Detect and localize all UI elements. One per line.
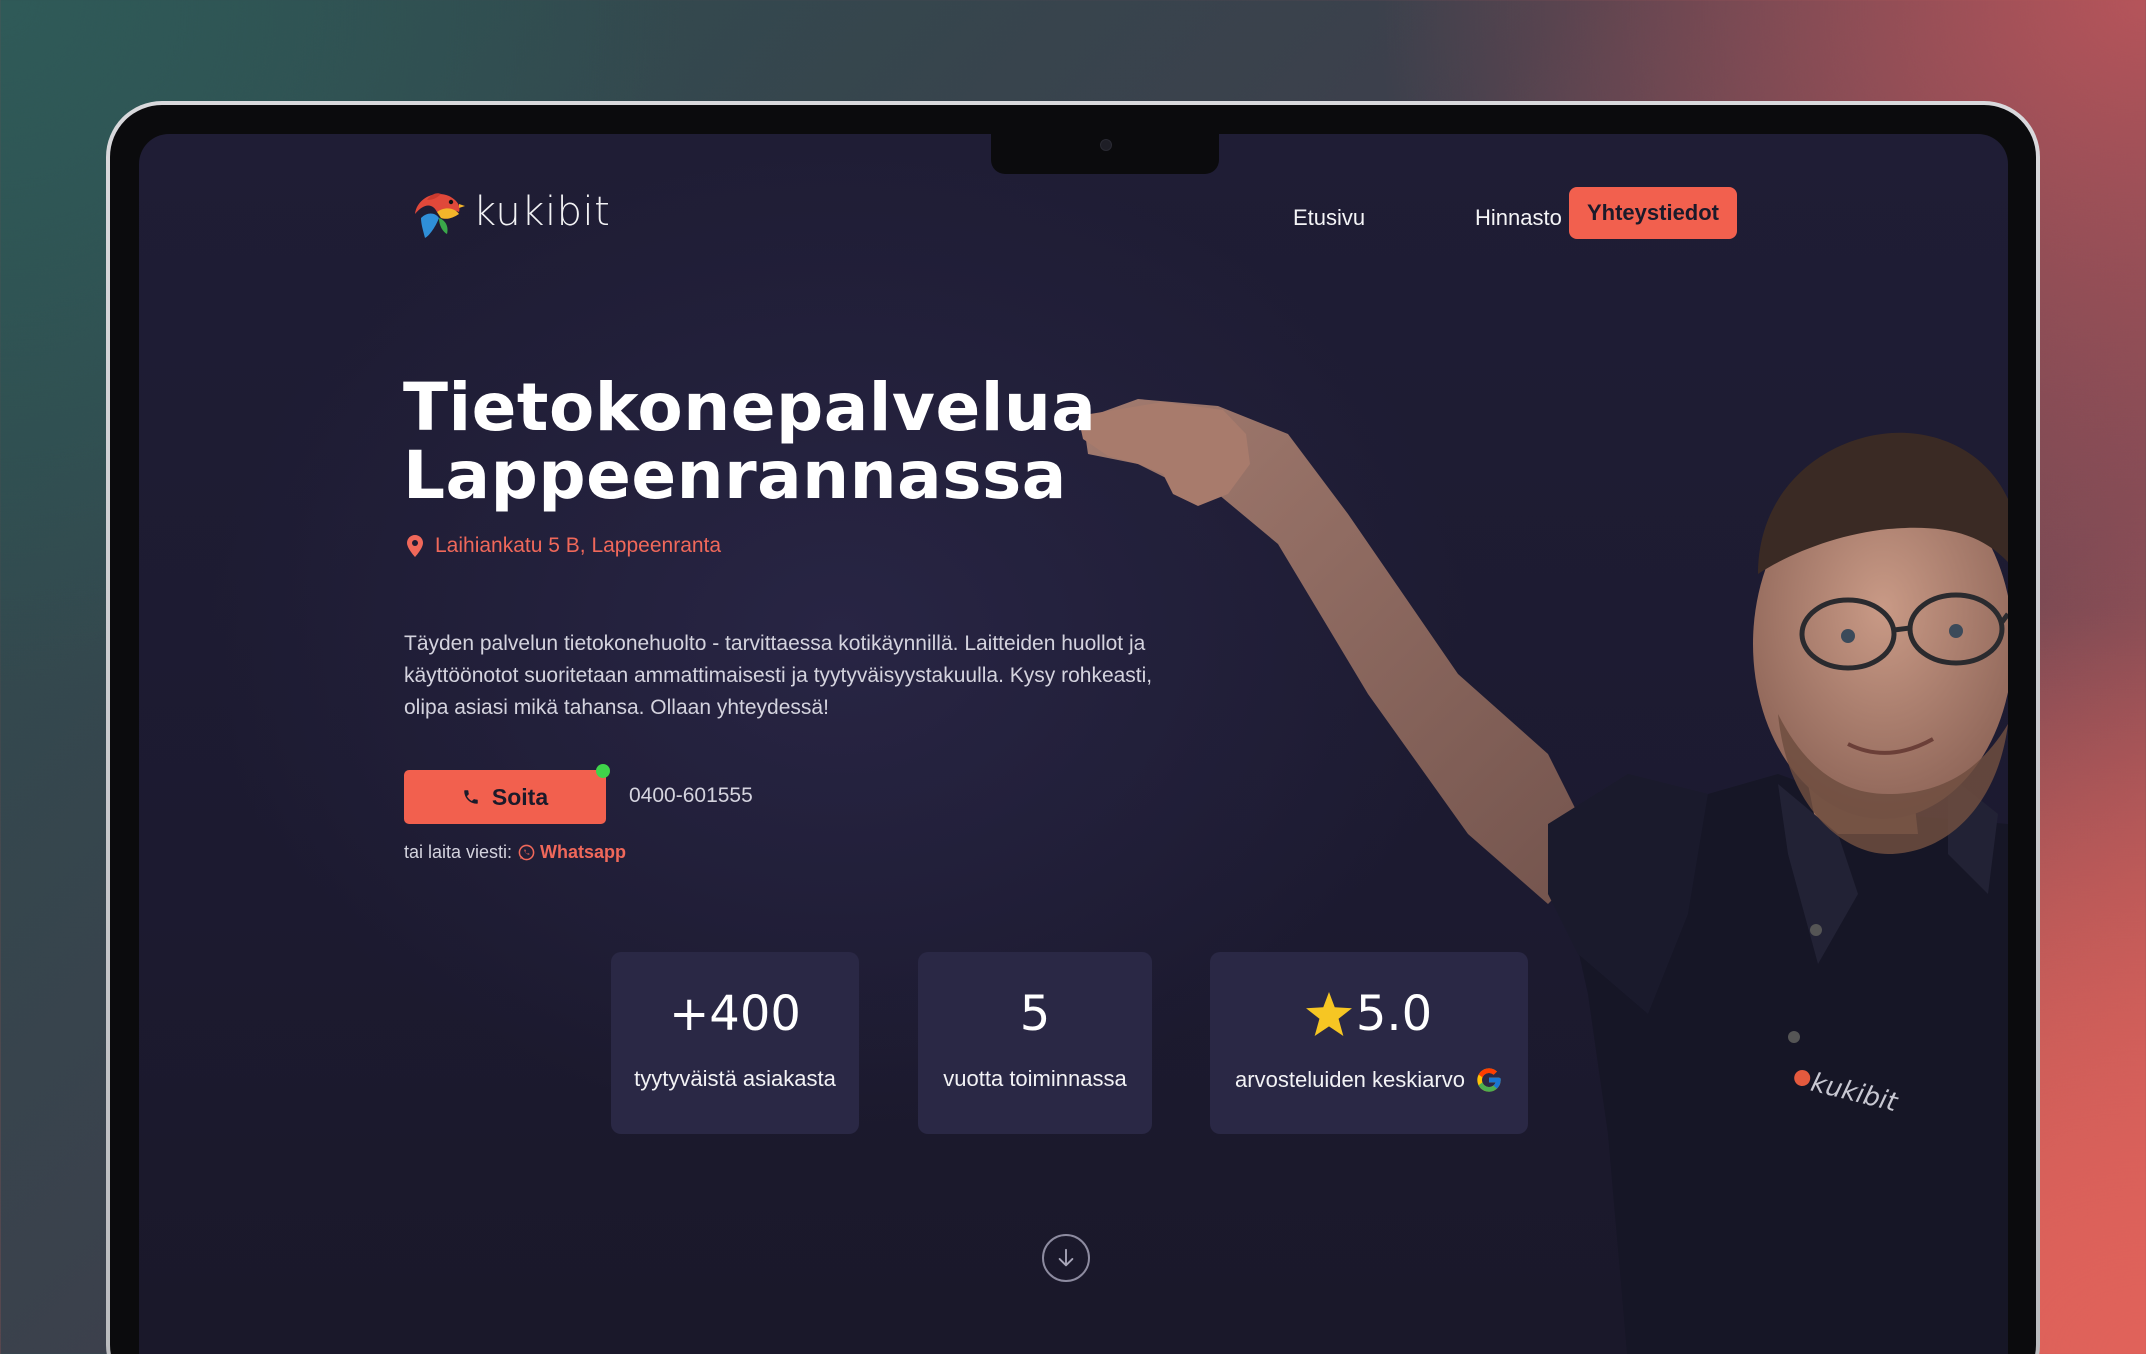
alt-contact: tai laita viesti: Whatsapp: [404, 842, 626, 863]
alt-contact-prefix: tai laita viesti:: [404, 842, 513, 862]
brand-name: kukibit: [473, 189, 611, 235]
contact-cta-button[interactable]: Yhteystiedot: [1569, 187, 1737, 239]
call-button-label: Soita: [491, 783, 549, 810]
stat-card-customers: +400 tyytyväistä asiakasta: [611, 952, 859, 1134]
colorful-bird-icon: [415, 193, 465, 238]
laptop-frame: kukibit kukibit Etusivu Hinnasto Yhteyst…: [106, 101, 2040, 1354]
star-icon: [1305, 992, 1352, 1036]
stat-value: 5: [1019, 986, 1051, 1042]
call-button[interactable]: Soita: [404, 764, 610, 824]
stat-label: tyytyväistä asiakasta: [634, 1066, 836, 1091]
online-status-dot: [596, 764, 610, 778]
whatsapp-link[interactable]: Whatsapp: [518, 842, 626, 863]
location-pin-icon: [407, 535, 423, 557]
address[interactable]: Laihiankatu 5 B, Lappeenranta: [407, 534, 721, 558]
google-icon[interactable]: [1475, 1066, 1503, 1094]
arrow-down-icon: [1058, 1248, 1074, 1267]
address-text: Laihiankatu 5 B, Lappeenranta: [435, 534, 722, 557]
brand-logo[interactable]: kukibit: [407, 184, 610, 240]
stat-value-rating: 5.0: [1305, 986, 1433, 1042]
phone-icon: [464, 790, 478, 804]
hero-description: Täyden palvelun tietokonehuolto - tarvit…: [404, 632, 1153, 719]
stat-label: vuotta toiminnassa: [943, 1066, 1127, 1091]
whatsapp-label: Whatsapp: [540, 842, 627, 862]
stat-label: arvosteluiden keskiarvo: [1235, 1066, 1503, 1094]
phone-number[interactable]: 0400-601555: [629, 784, 753, 808]
stat-card-years: 5 vuotta toiminnassa: [918, 952, 1152, 1134]
stat-value: +400: [669, 986, 801, 1042]
rating-value: 5.0: [1355, 986, 1433, 1042]
hero-title-line1: Tietokonepalvelua: [403, 369, 1097, 446]
hero-person-image: kukibit: [1078, 399, 2008, 1354]
stat-card-rating: 5.0 arvosteluiden keskiarvo: [1210, 952, 1528, 1134]
camera-icon: [1100, 139, 1112, 151]
camera-notch: [991, 134, 1219, 174]
hero-title: Tietokonepalvelua Lappeenrannassa: [403, 374, 1096, 510]
laptop-bezel: kukibit kukibit Etusivu Hinnasto Yhteyst…: [110, 105, 2036, 1354]
hero-title-line2: Lappeenrannassa: [403, 437, 1067, 514]
nav-item-hinnasto[interactable]: Hinnasto: [1475, 205, 1562, 231]
website-screen: kukibit kukibit Etusivu Hinnasto Yhteyst…: [139, 134, 2008, 1354]
scroll-down-button[interactable]: [1042, 1234, 1090, 1282]
rating-label: arvosteluiden keskiarvo: [1235, 1067, 1465, 1092]
whatsapp-icon: [518, 844, 535, 861]
nav-item-etusivu[interactable]: Etusivu: [1293, 205, 1365, 231]
